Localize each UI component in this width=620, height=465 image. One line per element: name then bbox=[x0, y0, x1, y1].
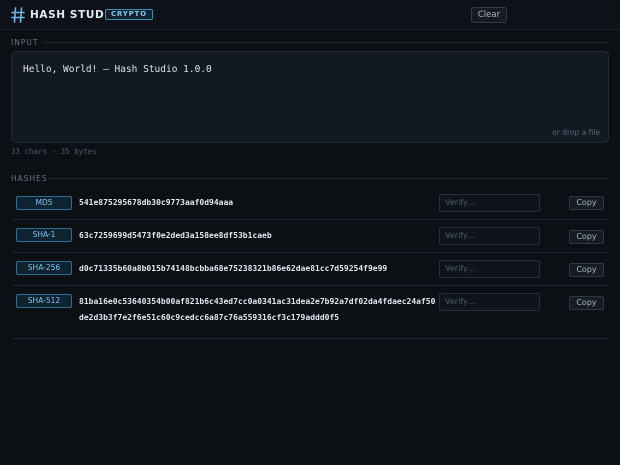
copy-button[interactable]: Copy bbox=[569, 230, 604, 244]
verify-input[interactable]: Verify… bbox=[439, 293, 540, 311]
hash-icon bbox=[11, 7, 25, 23]
hash-value: d0c71335b60a8b015b74148bcbba68e75238321b… bbox=[79, 264, 388, 273]
algo-badge: SHA-256 bbox=[16, 261, 72, 275]
input-stats: 33 chars · 35 bytes bbox=[11, 147, 97, 156]
copy-button[interactable]: Copy bbox=[569, 196, 604, 210]
copy-button[interactable]: Copy bbox=[569, 296, 604, 310]
hash-value: 63c7259699d5473f0e2ded3a158ee8df53b1caeb bbox=[79, 231, 272, 240]
hash-row-sha1: SHA-1 63c7259699d5473f0e2ded3a158ee8df53… bbox=[11, 220, 609, 253]
app-header: HASH STUDIO CRYPTO Clear bbox=[0, 0, 620, 30]
drop-file-hint[interactable]: or drop a file bbox=[552, 128, 600, 137]
algo-badge: SHA-512 bbox=[16, 294, 72, 308]
hash-value: 81ba16e0c53640354b00af821b6c43ed7cc0a034… bbox=[79, 297, 436, 322]
input-text: Hello, World! — Hash Studio 1.0.0 bbox=[23, 64, 212, 75]
copy-button[interactable]: Copy bbox=[569, 263, 604, 277]
verify-input[interactable]: Verify… bbox=[439, 227, 540, 245]
clear-button[interactable]: Clear bbox=[471, 7, 507, 23]
hash-row-sha512: SHA-512 81ba16e0c53640354b00af821b6c43ed… bbox=[11, 286, 609, 339]
algo-badge: SHA-1 bbox=[16, 228, 72, 242]
crypto-badge: CRYPTO bbox=[105, 9, 153, 20]
verify-input[interactable]: Verify… bbox=[439, 194, 540, 212]
verify-input[interactable]: Verify… bbox=[439, 260, 540, 278]
input-section-divider bbox=[43, 42, 609, 43]
hashes-section-label: HASHES bbox=[11, 174, 48, 183]
algo-badge: MD5 bbox=[16, 196, 72, 210]
hashes-section-divider bbox=[48, 178, 609, 179]
hash-row-md5: MD5 541e875295678db30c9773aaf0d94aaa Ver… bbox=[11, 187, 609, 220]
input-textarea[interactable]: Hello, World! — Hash Studio 1.0.0 or dro… bbox=[11, 51, 609, 143]
input-section-label: INPUT bbox=[11, 38, 39, 47]
hash-value: 541e875295678db30c9773aaf0d94aaa bbox=[79, 198, 234, 207]
hash-row-sha256: SHA-256 d0c71335b60a8b015b74148bcbba68e7… bbox=[11, 253, 609, 286]
